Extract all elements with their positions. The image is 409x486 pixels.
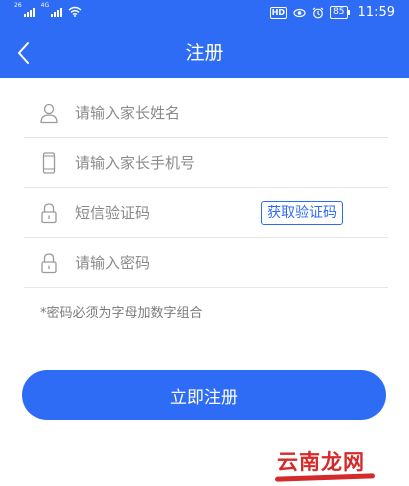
status-time: 11:59 [357,5,395,20]
lock-icon [41,253,57,274]
hd-badge: HD [269,6,288,19]
register-form: 获取验证码 [24,88,388,288]
user-icon [40,103,58,124]
page-title: 注册 [185,42,224,64]
watermark-underline [274,473,376,482]
parent-phone-input[interactable] [75,150,275,176]
battery-icon: 85 [330,6,351,19]
signal-icon: 26 [14,3,35,17]
signal-label: 26 [14,2,22,9]
signal-4g-icon: 4G [41,3,63,17]
get-code-button[interactable]: 获取验证码 [261,201,343,225]
status-left: 26 4G [14,3,82,17]
lock-icon [41,203,57,224]
watermark-logo: 云南龙网 [274,446,376,482]
sms-row: 获取验证码 [24,188,388,238]
password-row [24,238,388,288]
sms-code-input[interactable] [75,200,275,226]
eye-icon [293,8,306,17]
wifi-icon [68,6,82,17]
signal-label-2: 4G [40,2,50,9]
phone-row [24,138,388,188]
name-row [24,88,388,138]
parent-name-input[interactable] [75,100,275,126]
status-bar: 26 4G HD 85 11:59 [0,0,409,28]
phone-icon [42,152,56,174]
register-button[interactable]: 立即注册 [22,370,386,420]
status-right: HD 85 11:59 [269,5,395,20]
alarm-icon [312,7,324,18]
watermark-text: 云南龙网 [277,450,365,474]
password-hint: *密码必须为字母加数字组合 [40,306,203,321]
password-input[interactable] [75,250,275,276]
app-header: 26 4G HD 85 11:59 注册 [0,0,409,78]
